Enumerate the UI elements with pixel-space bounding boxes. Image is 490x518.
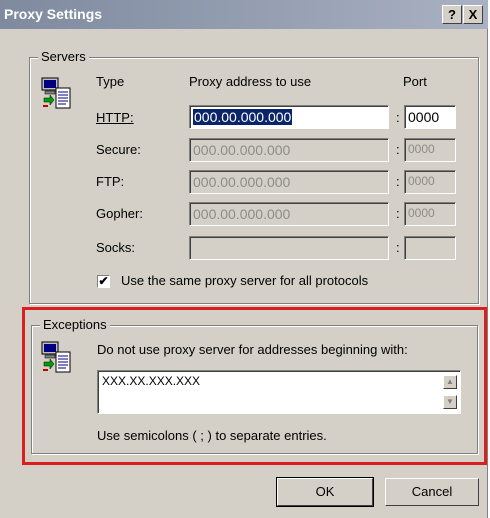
port-column-header: Port [403,74,427,89]
secure-label: Secure: [96,142,141,157]
ftp-port-input[interactable]: 0000 [404,170,456,194]
ok-button[interactable]: OK [276,477,374,507]
gopher-address-input[interactable]: 000.00.000.000 [189,202,389,226]
http-label: HTTP: [96,110,134,125]
highlight-box [22,307,487,465]
servers-group-label: Servers [38,49,89,64]
http-port-input[interactable]: 0000 [404,105,456,129]
ftp-address-input[interactable]: 000.00.000.000 [189,170,389,194]
same-proxy-label[interactable]: Use the same proxy server for all protoc… [121,273,368,288]
cancel-button[interactable]: Cancel [385,478,479,506]
type-column-header: Type [96,74,125,89]
http-address-value: 000.00.000.000 [193,109,293,125]
secure-port-input[interactable]: 0000 [404,138,456,162]
help-button[interactable]: ? [442,5,462,24]
window-title: Proxy Settings [4,6,103,22]
gopher-label: Gopher: [96,206,143,221]
secure-colon: : [396,142,400,157]
ftp-colon: : [396,174,400,189]
socks-label: Socks: [96,240,136,255]
same-proxy-checkbox[interactable]: ✔ [97,275,110,288]
proxy-settings-dialog: Proxy Settings ? X Servers Type Proxy ad… [0,0,488,518]
gopher-colon: : [396,206,400,221]
address-column-header: Proxy address to use [189,74,312,89]
socks-address-input[interactable] [189,236,389,260]
http-colon: : [396,110,400,125]
socks-port-input[interactable] [404,236,456,260]
title-bar[interactable]: Proxy Settings ? X [0,0,488,29]
socks-colon: : [396,240,400,255]
close-button[interactable]: X [463,5,483,24]
secure-address-input[interactable]: 000.00.000.000 [189,138,389,162]
network-computer-icon [41,77,71,109]
ftp-label: FTP: [96,174,125,189]
gopher-port-input[interactable]: 0000 [404,202,456,226]
http-address-input[interactable]: 000.00.000.000 [189,105,389,129]
